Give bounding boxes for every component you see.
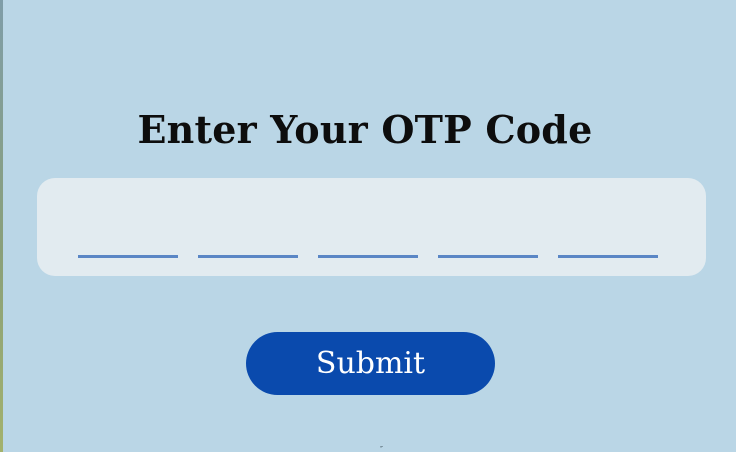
partial-glyph: ″ (380, 445, 383, 452)
otp-digit-5-input[interactable] (558, 212, 658, 258)
window-edge (0, 0, 3, 452)
otp-digit-2-input[interactable] (198, 212, 298, 258)
otp-digit-4-input[interactable] (438, 212, 538, 258)
submit-button[interactable]: Submit (246, 332, 495, 395)
otp-digit-1-input[interactable] (78, 212, 178, 258)
otp-input-card (37, 178, 706, 276)
otp-digit-3-input[interactable] (318, 212, 418, 258)
page-title: Enter Your OTP Code (137, 107, 593, 153)
